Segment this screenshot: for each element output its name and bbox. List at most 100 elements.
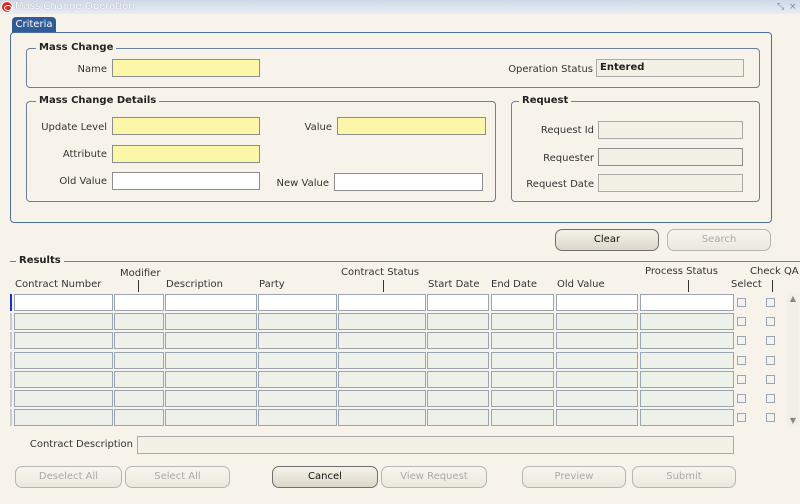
cell-contract-status[interactable] [338,352,426,369]
cell-contract-number[interactable] [14,352,113,369]
current-row-indicator[interactable] [10,294,12,311]
cell-contract-number[interactable] [14,294,113,311]
cell-end-date[interactable] [491,332,554,349]
old-value-field[interactable] [112,172,260,190]
select-checkbox[interactable] [737,375,746,384]
cell-start-date[interactable] [427,332,489,349]
select-checkbox[interactable] [737,336,746,345]
cell-party[interactable] [258,352,337,369]
row-indicator[interactable] [10,332,12,349]
cell-start-date[interactable] [427,313,489,330]
search-button[interactable]: Search [667,229,771,251]
check-qa-checkbox[interactable] [766,298,775,307]
cell-party[interactable] [258,332,337,349]
cell-contract-number[interactable] [14,409,113,426]
check-qa-checkbox[interactable] [766,394,775,403]
new-value-field[interactable] [334,173,483,191]
cell-old-value[interactable] [556,409,638,426]
cell-contract-number[interactable] [14,313,113,330]
cell-process-status[interactable] [640,371,734,388]
cell-old-value[interactable] [556,390,638,407]
cell-start-date[interactable] [427,371,489,388]
cell-description[interactable] [165,352,257,369]
cell-process-status[interactable] [640,294,734,311]
check-qa-checkbox[interactable] [766,356,775,365]
cell-contract-number[interactable] [14,332,113,349]
cancel-button[interactable]: Cancel [272,466,378,488]
cell-modifier[interactable] [114,390,164,407]
cell-party[interactable] [258,390,337,407]
close-icon[interactable]: × [789,0,797,14]
scroll-up-icon[interactable]: ▲ [788,293,798,305]
check-qa-checkbox[interactable] [766,317,775,326]
cell-description[interactable] [165,371,257,388]
cell-process-status[interactable] [640,352,734,369]
cell-end-date[interactable] [491,294,554,311]
cell-contract-status[interactable] [338,294,426,311]
cell-end-date[interactable] [491,371,554,388]
attribute-field[interactable] [112,145,260,163]
name-field[interactable] [112,59,260,77]
cell-party[interactable] [258,313,337,330]
cell-party[interactable] [258,294,337,311]
cell-modifier[interactable] [114,352,164,369]
cell-party[interactable] [258,371,337,388]
cell-start-date[interactable] [427,352,489,369]
cell-contract-number[interactable] [14,371,113,388]
row-indicator[interactable] [10,390,12,407]
select-checkbox[interactable] [737,394,746,403]
row-indicator[interactable] [10,313,12,330]
cell-modifier[interactable] [114,313,164,330]
cell-old-value[interactable] [556,371,638,388]
cell-modifier[interactable] [114,371,164,388]
view-request-button[interactable]: View Request [381,466,487,488]
cell-contract-status[interactable] [338,332,426,349]
row-indicator[interactable] [10,409,12,426]
cell-process-status[interactable] [640,313,734,330]
cell-modifier[interactable] [114,294,164,311]
submit-button[interactable]: Submit [632,466,736,488]
check-qa-checkbox[interactable] [766,413,775,422]
scroll-down-icon[interactable]: ▼ [788,415,798,427]
cell-process-status[interactable] [640,409,734,426]
cell-start-date[interactable] [427,409,489,426]
cell-end-date[interactable] [491,409,554,426]
check-qa-checkbox[interactable] [766,336,775,345]
update-level-field[interactable] [112,117,260,135]
preview-button[interactable]: Preview [522,466,626,488]
value-field[interactable] [337,117,486,135]
select-all-button[interactable]: Select All [125,466,230,488]
cell-contract-status[interactable] [338,409,426,426]
cell-end-date[interactable] [491,390,554,407]
tab-criteria[interactable]: Criteria [12,17,56,33]
cell-modifier[interactable] [114,409,164,426]
cell-process-status[interactable] [640,332,734,349]
cell-description[interactable] [165,409,257,426]
cell-contract-status[interactable] [338,371,426,388]
select-checkbox[interactable] [737,356,746,365]
cell-contract-status[interactable] [338,313,426,330]
cell-description[interactable] [165,294,257,311]
cell-old-value[interactable] [556,352,638,369]
row-indicator[interactable] [10,371,12,388]
row-indicator[interactable] [10,352,12,369]
resize-icon[interactable]: ⤡ [777,0,784,14]
deselect-all-button[interactable]: Deselect All [15,466,122,488]
check-qa-checkbox[interactable] [766,375,775,384]
cell-process-status[interactable] [640,390,734,407]
cell-start-date[interactable] [427,294,489,311]
cell-modifier[interactable] [114,332,164,349]
cell-start-date[interactable] [427,390,489,407]
cell-end-date[interactable] [491,313,554,330]
select-checkbox[interactable] [737,298,746,307]
requester-field[interactable] [598,148,743,166]
cell-end-date[interactable] [491,352,554,369]
cell-old-value[interactable] [556,294,638,311]
cell-old-value[interactable] [556,332,638,349]
cell-description[interactable] [165,390,257,407]
select-checkbox[interactable] [737,317,746,326]
results-scrollbar[interactable]: ▲ ▼ [787,293,799,427]
cell-contract-number[interactable] [14,390,113,407]
cell-old-value[interactable] [556,313,638,330]
cell-party[interactable] [258,409,337,426]
